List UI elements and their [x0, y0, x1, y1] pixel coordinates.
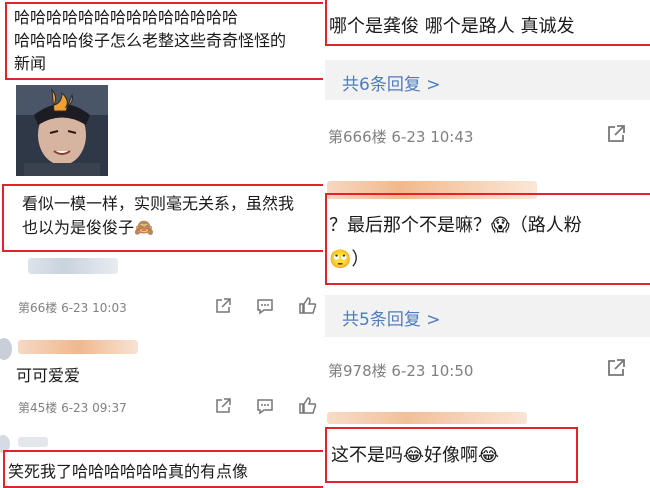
- share-icon[interactable]: [214, 397, 232, 415]
- floor-timestamp: 第978楼 6-23 10:50: [328, 362, 474, 380]
- share-icon[interactable]: [605, 123, 627, 145]
- comment-text: 这不是吗😂好像啊😂: [331, 445, 500, 466]
- left-screenshot: 哈哈哈哈哈哈哈哈哈哈哈哈哈哈 哈哈哈哈俊子怎么老整这些奇奇怪怪的 新闻 看似一模…: [0, 0, 325, 488]
- comment-icon[interactable]: [256, 397, 274, 415]
- comment-text: 也以为是俊俊子🙈: [22, 218, 154, 237]
- comment-text: 可可爱爱: [16, 366, 81, 385]
- meme-image: [16, 85, 108, 176]
- comment-text: 🙄）: [329, 249, 370, 270]
- comment-text: ？最后那个不是嘛？😱（路人粉: [329, 215, 582, 236]
- blurred-username: [28, 258, 118, 274]
- view-replies-link[interactable]: 共5条回复 >: [342, 305, 440, 330]
- avatar: [0, 338, 12, 360]
- floor-timestamp: 第45楼 6-23 09:37: [18, 401, 127, 415]
- blurred-username: [327, 412, 527, 424]
- share-icon[interactable]: [214, 297, 232, 315]
- share-icon[interactable]: [605, 357, 627, 379]
- right-screenshot: 哪个是龚俊 哪个是路人 真诚发 共6条回复 > 第666楼 6-23 10:43…: [325, 0, 650, 488]
- comment-text: 笑死我了哈哈哈哈哈哈真的有点像: [8, 462, 249, 481]
- like-icon[interactable]: [298, 396, 318, 415]
- view-replies-link[interactable]: 共6条回复 >: [342, 70, 440, 95]
- floor-timestamp: 第666楼 6-23 10:43: [328, 128, 474, 146]
- comment-text: 新闻: [14, 54, 47, 73]
- like-icon[interactable]: [298, 296, 318, 315]
- comment-text: 看似一模一样，实则毫无关系，虽然我: [22, 194, 295, 213]
- blurred-username: [18, 340, 138, 354]
- comment-text: 哈哈哈哈俊子怎么老整这些奇奇怪怪的: [14, 31, 287, 50]
- blurred-username: [18, 437, 48, 447]
- floor-timestamp: 第66楼 6-23 10:03: [18, 301, 127, 315]
- comment-icon[interactable]: [256, 297, 274, 315]
- highlight-box-4: [325, 0, 650, 46]
